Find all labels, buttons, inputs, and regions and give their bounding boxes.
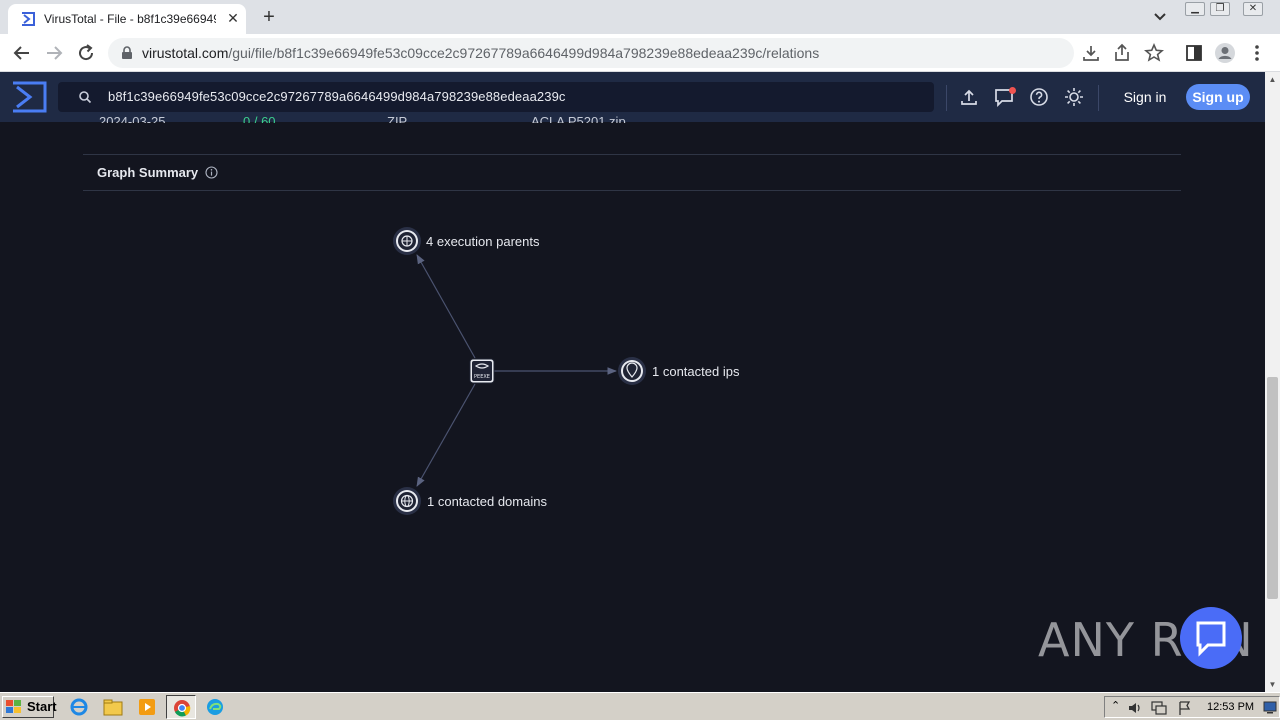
contacted-ips-node[interactable] — [618, 357, 646, 385]
edge-execution-parents — [416, 254, 476, 359]
virustotal-favicon-icon — [22, 12, 35, 26]
header-divider — [1098, 85, 1099, 111]
virustotal-logo-icon[interactable] — [10, 80, 48, 114]
url-text: virustotal.com/gui/file/b8f1c39e66949fe5… — [142, 45, 819, 61]
browser-tab-strip: VirusTotal - File - b8f1c39e66949fe5 ✕ +… — [0, 0, 1280, 34]
scroll-down-arrow-icon[interactable]: ▼ — [1265, 677, 1280, 692]
table-row-name: ACLA P5201.zip — [531, 115, 626, 123]
restore-window-icon[interactable]: ❐ — [1210, 2, 1230, 16]
taskbar-chrome-button[interactable] — [166, 695, 196, 719]
forward-arrow-icon[interactable] — [42, 41, 66, 65]
close-window-icon[interactable]: ✕ — [1243, 2, 1263, 16]
sign-up-button[interactable]: Sign up — [1186, 84, 1250, 110]
center-file-node[interactable]: PEEXE — [469, 358, 495, 384]
tab-search-chevron-icon[interactable] — [1150, 8, 1170, 26]
media-player-icon[interactable] — [136, 697, 158, 717]
help-icon[interactable] — [1028, 86, 1050, 108]
contacted-domains-node[interactable] — [393, 487, 421, 515]
system-tray: ⌃ 12:53 PM — [1104, 696, 1280, 718]
windows-taskbar: Start ⌃ 12:53 PM — [0, 692, 1280, 720]
browser-toolbar: virustotal.com/gui/file/b8f1c39e66949fe5… — [0, 34, 1280, 72]
address-bar[interactable]: virustotal.com/gui/file/b8f1c39e66949fe5… — [108, 38, 1074, 68]
section-divider — [83, 154, 1181, 155]
scroll-thumb[interactable] — [1267, 377, 1278, 599]
section-divider — [83, 190, 1181, 191]
page-scrollbar[interactable]: ▲ ▼ — [1265, 72, 1280, 692]
internet-explorer-icon[interactable] — [68, 697, 90, 717]
install-app-icon[interactable] — [1080, 42, 1102, 64]
center-node-label: PEEXE — [474, 374, 490, 380]
back-arrow-icon[interactable] — [10, 41, 34, 65]
bookmark-star-icon[interactable] — [1143, 42, 1165, 64]
execution-parents-node[interactable] — [393, 227, 421, 255]
graph-summary-title: Graph Summary — [97, 165, 199, 180]
chat-fab-button[interactable] — [1180, 607, 1242, 669]
tray-expand-icon[interactable]: ⌃ — [1111, 699, 1120, 712]
header-divider — [946, 85, 947, 111]
table-row-detections: 0 / 60 — [243, 115, 276, 123]
info-icon[interactable] — [205, 166, 218, 179]
lock-icon[interactable] — [120, 46, 134, 60]
file-explorer-icon[interactable] — [102, 697, 124, 717]
network-icon[interactable] — [1151, 700, 1167, 716]
minimize-window-icon[interactable]: ▁ — [1185, 2, 1205, 16]
windows-logo-icon — [6, 700, 21, 713]
url-path: /gui/file/b8f1c39e66949fe53c09cce2c97267… — [228, 45, 820, 61]
volume-icon[interactable] — [1127, 700, 1143, 716]
taskbar-clock[interactable]: 12:53 PM — [1207, 701, 1254, 714]
tab-title: VirusTotal - File - b8f1c39e66949fe5 — [44, 12, 216, 26]
browser-tab[interactable]: VirusTotal - File - b8f1c39e66949fe5 ✕ — [8, 4, 246, 34]
execution-parents-icon — [401, 235, 413, 247]
table-row-date: 2024-03-25 — [99, 115, 166, 123]
vt-header: b8f1c39e66949fe53c09cce2c97267789a664649… — [0, 72, 1265, 122]
edge-contacted-domains — [416, 383, 476, 487]
vt-search-bar[interactable]: b8f1c39e66949fe53c09cce2c97267789a664649… — [58, 82, 934, 112]
sign-in-link[interactable]: Sign in — [1118, 88, 1172, 106]
chrome-icon — [174, 700, 191, 717]
theme-sun-icon[interactable] — [1063, 86, 1085, 108]
start-label: Start — [27, 699, 57, 714]
relations-graph: PEEXE 4 execution parents 1 contacted ip… — [380, 215, 800, 525]
table-row-type: ZIP — [387, 115, 408, 123]
edge-icon[interactable] — [204, 697, 226, 717]
profile-avatar-icon[interactable] — [1214, 42, 1236, 64]
vt-search-input[interactable]: b8f1c39e66949fe53c09cce2c97267789a664649… — [108, 90, 566, 104]
share-icon[interactable] — [1111, 42, 1133, 64]
start-button[interactable]: Start — [2, 696, 57, 718]
scroll-up-arrow-icon[interactable]: ▲ — [1265, 72, 1280, 87]
node-label-execution-parents[interactable]: 4 execution parents — [426, 234, 539, 249]
url-domain: virustotal.com — [142, 45, 229, 61]
node-label-contacted-domains[interactable]: 1 contacted domains — [427, 494, 547, 509]
action-center-flag-icon[interactable] — [1177, 700, 1193, 716]
tab-close-icon[interactable]: ✕ — [224, 9, 242, 27]
chat-bubble-icon — [1196, 621, 1226, 657]
new-tab-button[interactable]: + — [258, 6, 280, 28]
node-label-contacted-ips[interactable]: 1 contacted ips — [652, 364, 739, 379]
show-desktop-icon[interactable] — [1263, 701, 1277, 714]
upload-icon[interactable] — [958, 86, 980, 108]
search-icon — [79, 91, 92, 104]
notification-badge — [1009, 87, 1016, 94]
reload-icon[interactable] — [74, 41, 98, 65]
browser-menu-icon[interactable] — [1246, 42, 1268, 64]
side-panel-icon[interactable] — [1183, 42, 1205, 64]
